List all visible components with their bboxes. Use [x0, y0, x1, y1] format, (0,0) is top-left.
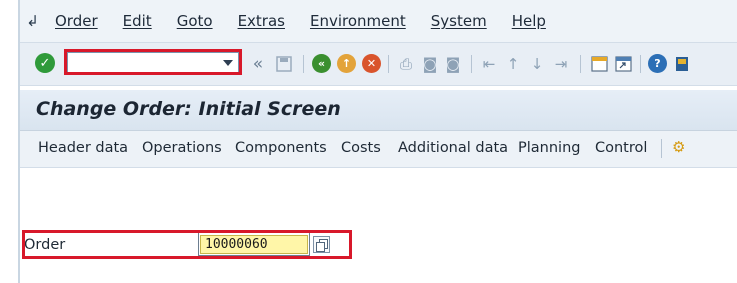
next-page-icon[interactable]: ↓	[527, 54, 547, 74]
menu-help-label: Help	[511, 12, 546, 30]
menu-system[interactable]: System	[431, 12, 487, 30]
menu-goto[interactable]: Goto	[177, 12, 213, 30]
last-page-icon[interactable]: ⇥	[551, 54, 571, 74]
toolbar-separator	[388, 55, 389, 73]
menu-environment-label: Environment	[309, 12, 406, 30]
header-data-button[interactable]: Header data	[38, 140, 128, 156]
exit-icon[interactable]: ↑	[337, 54, 356, 73]
enter-icon[interactable]: ✓	[35, 53, 55, 73]
menu-system-label: System	[430, 12, 487, 30]
menu-edit[interactable]: Edit	[123, 12, 152, 30]
menu-bar: ↲ Order Edit Goto Extras Environment Sys…	[20, 0, 737, 42]
application-toolbar: Header data Operations Components Costs …	[20, 131, 737, 168]
costs-button[interactable]: Costs	[341, 140, 381, 156]
toolbar-separator	[303, 55, 304, 73]
cancel-icon[interactable]: ✕	[362, 54, 381, 73]
menu-order-label: Order	[55, 12, 98, 30]
planning-button[interactable]: Planning	[518, 140, 580, 156]
additional-data-button[interactable]: Additional data	[398, 140, 508, 156]
toolbar-separator	[471, 55, 472, 73]
menu-order[interactable]: Order	[55, 12, 98, 30]
page-title: Change Order: Initial Screen	[36, 98, 341, 120]
control-button[interactable]: Control	[595, 140, 647, 156]
shortcut-icon[interactable]	[613, 54, 633, 74]
menu-extras-label: Extras	[237, 12, 285, 30]
collapse-symbol: «	[252, 54, 264, 74]
gear-icon[interactable]: ⚙	[672, 138, 692, 158]
save-icon[interactable]	[274, 54, 294, 74]
operations-button[interactable]: Operations	[142, 140, 222, 156]
command-field-highlight	[64, 49, 242, 75]
components-button[interactable]: Components	[235, 140, 327, 156]
toolbar-separator	[640, 55, 641, 73]
find-next-icon[interactable]: ◙	[443, 54, 463, 74]
app-toolbar-separator	[661, 139, 662, 158]
order-highlight	[22, 230, 352, 259]
help-icon[interactable]: ?	[648, 54, 667, 73]
menu-goto-label: Goto	[176, 12, 213, 30]
collapse-icon[interactable]: «	[248, 54, 268, 74]
find-icon[interactable]: ◙	[420, 54, 440, 74]
title-bar: Change Order: Initial Screen	[20, 90, 737, 131]
menu-extras[interactable]: Extras	[238, 12, 285, 30]
sap-window: ↲ Order Edit Goto Extras Environment Sys…	[18, 0, 737, 283]
window-menu-icon[interactable]: ↲	[24, 12, 41, 30]
previous-page-icon[interactable]: ↑	[503, 54, 523, 74]
initial-screen-content: Order 10000060	[20, 168, 737, 283]
create-session-icon[interactable]	[589, 54, 609, 74]
menu-help[interactable]: Help	[512, 12, 546, 30]
menu-edit-label: Edit	[122, 12, 152, 30]
back-icon[interactable]: «	[312, 54, 331, 73]
customize-layout-icon[interactable]	[672, 54, 692, 74]
print-icon[interactable]: ⎙	[396, 54, 416, 74]
standard-toolbar: ✓ « « ↑ ✕ ⎙ ◙ ◙ ⇤ ↑ ↓ ⇥ ?	[20, 42, 737, 86]
toolbar-separator	[580, 55, 581, 73]
first-page-icon[interactable]: ⇤	[479, 54, 499, 74]
menu-environment[interactable]: Environment	[310, 12, 406, 30]
